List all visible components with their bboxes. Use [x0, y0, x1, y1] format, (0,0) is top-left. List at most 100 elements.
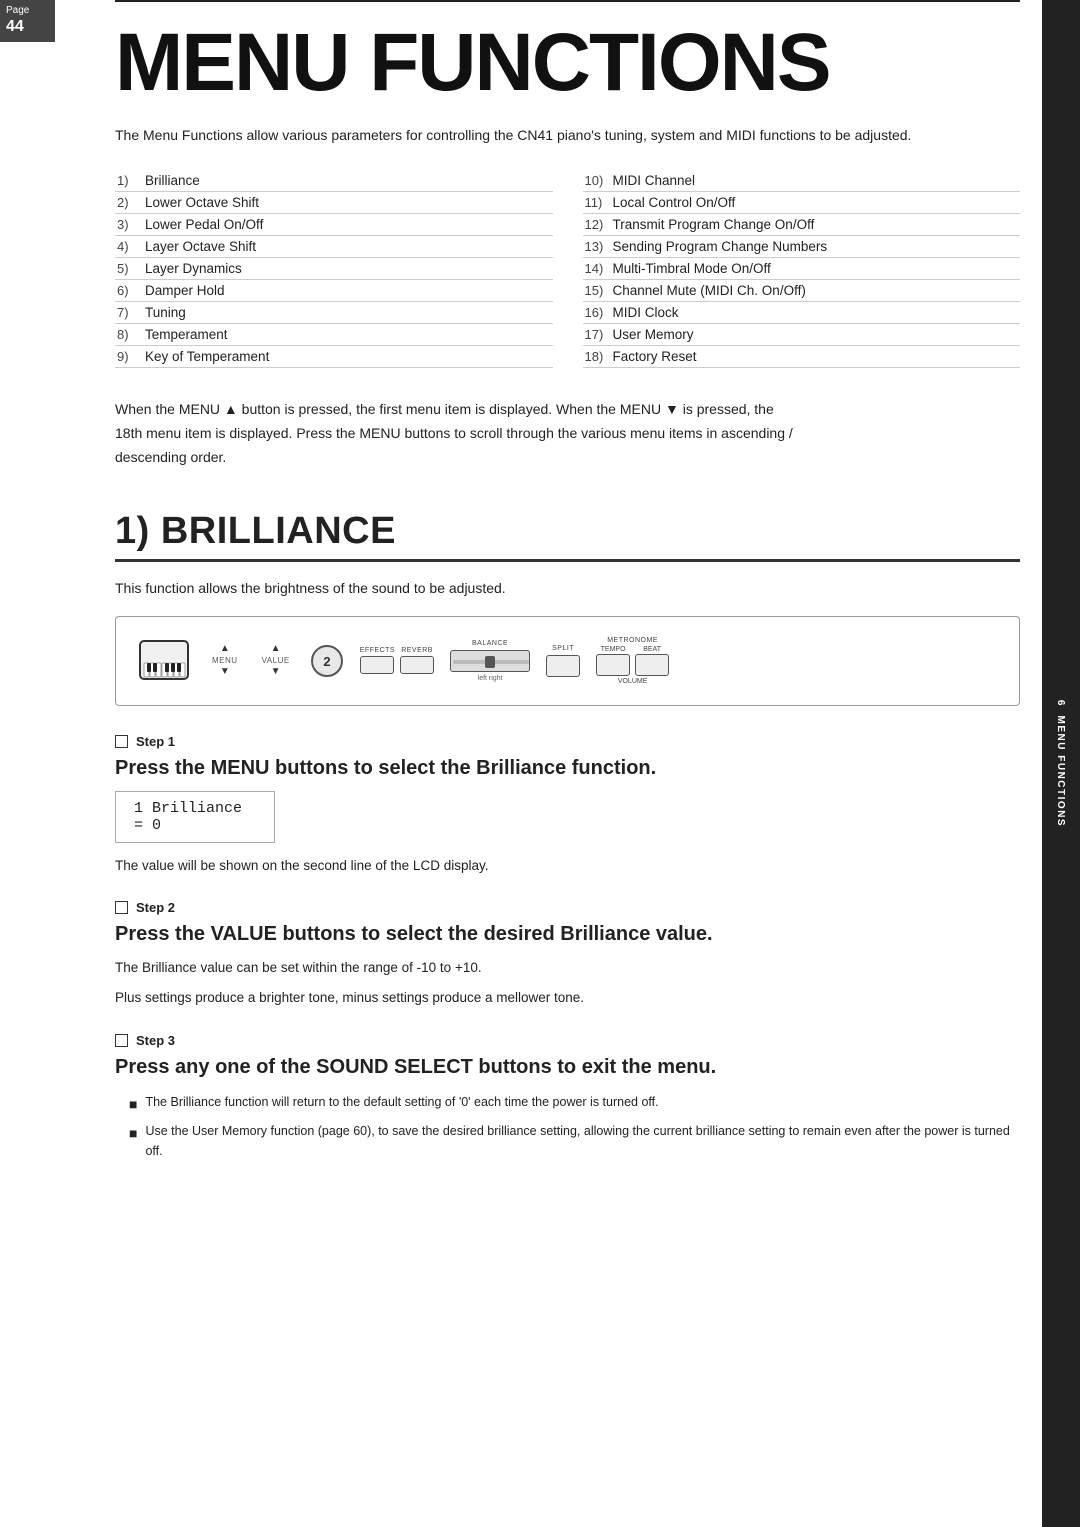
value-up-arrow: ▲ [271, 644, 281, 654]
effects-area: EFFECTS REVERB [360, 647, 434, 674]
menu-item-left: 2)Lower Octave Shift [115, 192, 553, 214]
chapter-title: MENU FUNCTIONS [115, 22, 1020, 104]
effects-label: EFFECTS [360, 647, 395, 654]
top-rule [115, 0, 1020, 2]
effects-btn-group: EFFECTS [360, 647, 395, 674]
step-1-checkbox [115, 735, 128, 748]
step-2-header: Step 2 [115, 900, 1020, 915]
menu-item-left: 1)Brilliance [115, 170, 553, 192]
menu-item-right: 10)MIDI Channel [583, 170, 1021, 192]
menu-item-left: 4)Layer Octave Shift [115, 236, 553, 258]
page-tab: Page 44 [0, 0, 55, 42]
step-2-checkbox [115, 901, 128, 914]
note-text-2: Use the User Memory function (page 60), … [145, 1121, 1020, 1161]
menu-item-left: 9)Key of Temperament [115, 346, 553, 368]
effects-button [360, 656, 394, 674]
beat-button [635, 654, 669, 676]
step-2-instruction: Press the VALUE buttons to select the de… [115, 921, 1020, 947]
menu-item-left: 3)Lower Pedal On/Off [115, 214, 553, 236]
tempo-group: TEMPO [596, 646, 630, 676]
reverb-button [400, 656, 434, 674]
circle-icon: 2 [310, 644, 344, 678]
piano-body-icon [136, 633, 192, 689]
menu-item-left: 7)Tuning [115, 302, 553, 324]
lcd-line2: = 0 [134, 817, 256, 834]
split-button [546, 655, 580, 677]
step-2-label: Step 2 [136, 900, 175, 915]
balance-label: BALANCE [472, 640, 508, 647]
menu-item-right: 16)MIDI Clock [583, 302, 1021, 324]
step-2-desc1: The Brilliance value can be set within t… [115, 957, 1020, 979]
menu-item-right: 15)Channel Mute (MIDI Ch. On/Off) [583, 280, 1021, 302]
balance-area: BALANCE left right [450, 640, 530, 682]
split-area: SPLIT [546, 645, 580, 677]
svg-text:2: 2 [323, 654, 330, 669]
beat-label: BEAT [643, 646, 661, 653]
reverb-btn-group: REVERB [400, 647, 434, 674]
menu-item-left: 6)Damper Hold [115, 280, 553, 302]
step-3-label: Step 3 [136, 1033, 175, 1048]
piano-icon-area [136, 633, 192, 689]
menu-item-right: 17)User Memory [583, 324, 1021, 346]
note-item-2: ■ Use the User Memory function (page 60)… [115, 1121, 1020, 1161]
balance-slider-svg [451, 651, 531, 673]
value-label: VALUE [262, 656, 290, 665]
menu-item-right: 14)Multi-Timbral Mode On/Off [583, 258, 1021, 280]
metronome-label: METRONOME [607, 637, 658, 644]
metronome-area: METRONOME TEMPO BEAT VOLUME [596, 637, 669, 685]
step-3-checkbox [115, 1034, 128, 1047]
note-bullet-2: ■ [129, 1122, 137, 1161]
menu-item-left: 5)Layer Dynamics [115, 258, 553, 280]
step-1-desc: The value will be shown on the second li… [115, 855, 1020, 877]
side-label-panel: 6 MENU FUNCTIONS [1042, 0, 1080, 1527]
circle-icon-area: 2 [310, 644, 344, 678]
effects-btn-row: EFFECTS REVERB [360, 647, 434, 674]
step-1-label: Step 1 [136, 734, 175, 749]
menu-item-right: 13)Sending Program Change Numbers [583, 236, 1021, 258]
menu-item-left: 8)Temperament [115, 324, 553, 346]
section-title-brilliance: 1) BRILLIANCE [115, 510, 1020, 562]
value-column: ▲ VALUE ▼ [262, 644, 290, 677]
note-list: ■ The Brilliance function will return to… [115, 1092, 1020, 1161]
reverb-label: REVERB [401, 647, 433, 654]
menu-arrow-column: ▲ MENU ▼ [212, 644, 238, 677]
menu-item-right: 18)Factory Reset [583, 346, 1021, 368]
piano-diagram: ▲ MENU ▼ ▲ VALUE ▼ 2 EF [115, 616, 1020, 706]
tempo-label: TEMPO [601, 646, 626, 653]
page-number: 44 [6, 17, 49, 38]
step-3-header: Step 3 [115, 1033, 1020, 1048]
lcd-display: 1 Brilliance = 0 [115, 791, 275, 843]
nav-text: When the MENU ▲ button is pressed, the f… [115, 398, 1015, 469]
volume-label: VOLUME [618, 678, 648, 685]
metro-btn-row: TEMPO BEAT [596, 646, 669, 676]
step-3-container: Step 3 Press any one of the SOUND SELECT… [115, 1033, 1020, 1161]
step-2-container: Step 2 Press the VALUE buttons to select… [115, 900, 1020, 1008]
beat-group: BEAT [635, 646, 669, 676]
menu-label: MENU [212, 656, 238, 665]
menu-item-right: 12)Transmit Program Change On/Off [583, 214, 1021, 236]
section-subtitle-brilliance: This function allows the brightness of t… [115, 580, 1020, 596]
side-label-text: 6 MENU FUNCTIONS [1056, 700, 1067, 827]
step-2-desc2: Plus settings produce a brighter tone, m… [115, 987, 1020, 1009]
menu-column-left: 1)Brilliance2)Lower Octave Shift3)Lower … [115, 170, 553, 368]
balance-sub: left right [478, 675, 503, 682]
note-bullet-1: ■ [129, 1093, 137, 1115]
tempo-button [596, 654, 630, 676]
note-text-1: The Brilliance function will return to t… [145, 1092, 1020, 1115]
menu-up-arrow: ▲ [220, 644, 230, 654]
step-1-instruction: Press the MENU buttons to select the Bri… [115, 755, 1020, 781]
split-label: SPLIT [552, 645, 574, 652]
note-item-1: ■ The Brilliance function will return to… [115, 1092, 1020, 1115]
balance-slider [450, 650, 530, 672]
value-down-arrow: ▼ [271, 667, 281, 677]
lcd-line1: 1 Brilliance [134, 800, 256, 817]
menu-column-right: 10)MIDI Channel11)Local Control On/Off12… [583, 170, 1021, 368]
step-3-instruction: Press any one of the SOUND SELECT button… [115, 1054, 1020, 1080]
intro-text: The Menu Functions allow various paramet… [115, 124, 1015, 146]
step-1-container: Step 1 Press the MENU buttons to select … [115, 734, 1020, 877]
menu-down-arrow: ▼ [220, 667, 230, 677]
step-1-header: Step 1 [115, 734, 1020, 749]
section-brilliance: 1) BRILLIANCE This function allows the b… [115, 510, 1020, 1161]
menu-list-container: 1)Brilliance2)Lower Octave Shift3)Lower … [115, 170, 1020, 368]
menu-item-right: 11)Local Control On/Off [583, 192, 1021, 214]
